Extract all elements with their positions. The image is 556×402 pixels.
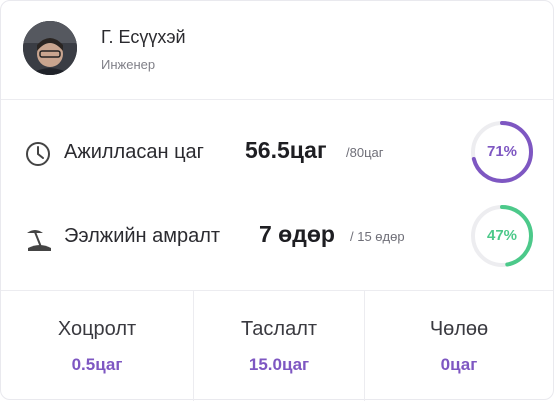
worked-hours-total: /80цаг (346, 145, 384, 160)
absence-value: 15.0цаг (248, 355, 310, 374)
employee-summary-card: Г. Есүүхэй Инженер Ажилласан цаг 56.5цаг… (0, 0, 554, 401)
avatar[interactable] (23, 21, 77, 75)
leave-label: Чөлөө (429, 318, 489, 340)
late-label: Хоцролт (57, 318, 137, 340)
beach-umbrella-icon (27, 230, 51, 251)
worked-hours-label: Ажилласан цаг (64, 141, 204, 163)
absence-stat: Таслалт 15.0цаг (193, 291, 365, 401)
annual-leave-total: / 15 өдөр (350, 229, 405, 244)
worked-hours-percent: 71% (486, 143, 518, 160)
annual-leave-value: 7 өдөр (259, 221, 335, 247)
attendance-summary: Хоцролт 0.5цаг Таслалт 15.0цаг Чөлөө 0ца… (1, 290, 553, 401)
late-stat: Хоцролт 0.5цаг (1, 291, 193, 401)
leave-value: 0цаг (440, 355, 478, 374)
annual-leave-label: Ээлжийн амралт (64, 225, 221, 247)
absence-label: Таслалт (240, 318, 318, 340)
profile-header: Г. Есүүхэй Инженер (1, 1, 553, 100)
user-role: Инженер (101, 57, 156, 72)
annual-leave-row: Ээлжийн амралт 7 өдөр / 15 өдөр 47% (1, 202, 553, 272)
avatar-photo (23, 21, 77, 75)
worked-hours-value: 56.5цаг (245, 137, 327, 163)
leave-stat: Чөлөө 0цаг (364, 291, 554, 401)
user-name: Г. Есүүхэй (101, 27, 186, 47)
annual-leave-percent: 47% (486, 227, 518, 244)
late-value: 0.5цаг (71, 355, 123, 374)
worked-hours-row: Ажилласан цаг 56.5цаг /80цаг 71% (1, 118, 553, 188)
clock-icon (26, 142, 50, 166)
